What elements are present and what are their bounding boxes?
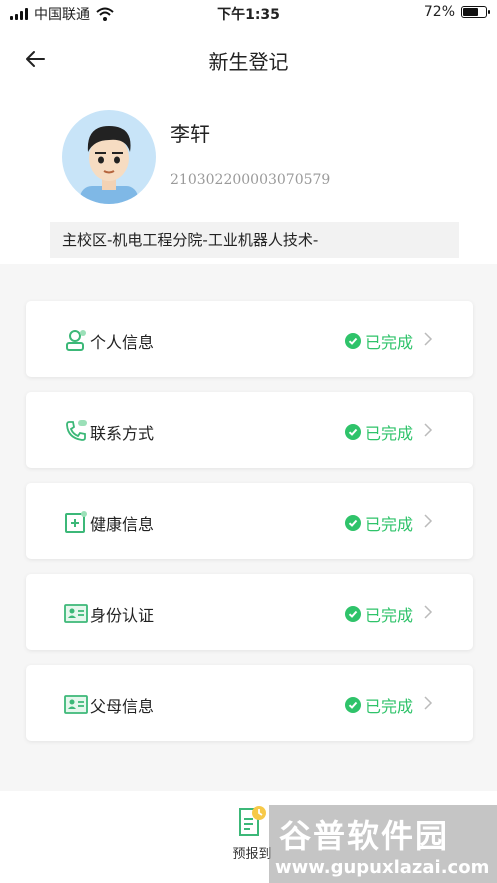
card-label: 联系方式 [90, 424, 155, 443]
id-card-icon [64, 604, 88, 623]
check-circle-icon [344, 697, 361, 713]
status-badge: 已完成 [344, 693, 413, 717]
battery-percent: 72% [423, 4, 455, 20]
page-title: 新生登记 [208, 50, 289, 74]
avatar [62, 110, 156, 204]
id-card-icon [64, 695, 88, 714]
card-health[interactable]: 健康信息 已完成 [26, 483, 473, 559]
card-parent-info[interactable]: 父母信息 已完成 [26, 665, 473, 741]
card-label: 健康信息 [90, 515, 155, 534]
chevron-right-icon [424, 423, 433, 437]
phone-icon [66, 420, 87, 441]
card-id-verification[interactable]: 身份认证 已完成 [26, 574, 473, 650]
check-circle-icon [344, 424, 361, 440]
status-bar: 中国联通 下午1:35 72% [0, 0, 497, 26]
status-text: 已完成 [364, 515, 413, 534]
check-circle-icon [344, 606, 361, 622]
status-text: 已完成 [364, 697, 413, 716]
card-contact[interactable]: 联系方式 已完成 [26, 392, 473, 468]
status-text: 已完成 [364, 333, 413, 352]
chevron-right-icon [424, 332, 433, 346]
watermark-text: 谷普软件园 [279, 817, 450, 855]
registration-section: 个人信息 已完成 联系方式 已完成 健康信息 已完成 身份认证 已完成 父母信息… [0, 264, 497, 791]
check-circle-icon [344, 333, 361, 349]
status-badge: 已完成 [344, 602, 413, 626]
department-path: 主校区-机电工程分院-工业机器人技术- [50, 222, 459, 258]
battery-icon [461, 6, 490, 18]
status-badge: 已完成 [344, 329, 413, 353]
status-text: 已完成 [364, 606, 413, 625]
student-name: 李轩 [170, 122, 210, 146]
chevron-right-icon [424, 696, 433, 710]
status-right: 72% [423, 4, 490, 20]
card-label: 父母信息 [90, 697, 155, 716]
watermark-logo: 谷普软件园 www.gupuxlazai.com [269, 805, 497, 883]
pre-report-icon [239, 806, 266, 836]
status-text: 已完成 [364, 424, 413, 443]
bottom-bar: 预报到 谷普软件园 www.gupuxlazai.com [0, 791, 497, 883]
status-badge: 已完成 [344, 420, 413, 444]
avatar-illustration [80, 126, 138, 204]
card-label: 身份认证 [90, 606, 155, 625]
check-circle-icon [344, 515, 361, 531]
card-personal-info[interactable]: 个人信息 已完成 [26, 301, 473, 377]
chevron-right-icon [424, 605, 433, 619]
chevron-right-icon [424, 514, 433, 528]
profile-header: 李轩 210302200003070579 主校区-机电工程分院-工业机器人技术… [0, 92, 497, 264]
nav-bar: 新生登记 [0, 26, 497, 92]
clock: 下午1:35 [217, 7, 280, 23]
status-badge: 已完成 [344, 511, 413, 535]
watermark-url: www.gupuxlazai.com [275, 857, 490, 878]
student-id: 210302200003070579 [170, 172, 331, 188]
health-icon [65, 511, 87, 533]
person-icon [66, 330, 86, 351]
card-label: 个人信息 [90, 333, 155, 352]
